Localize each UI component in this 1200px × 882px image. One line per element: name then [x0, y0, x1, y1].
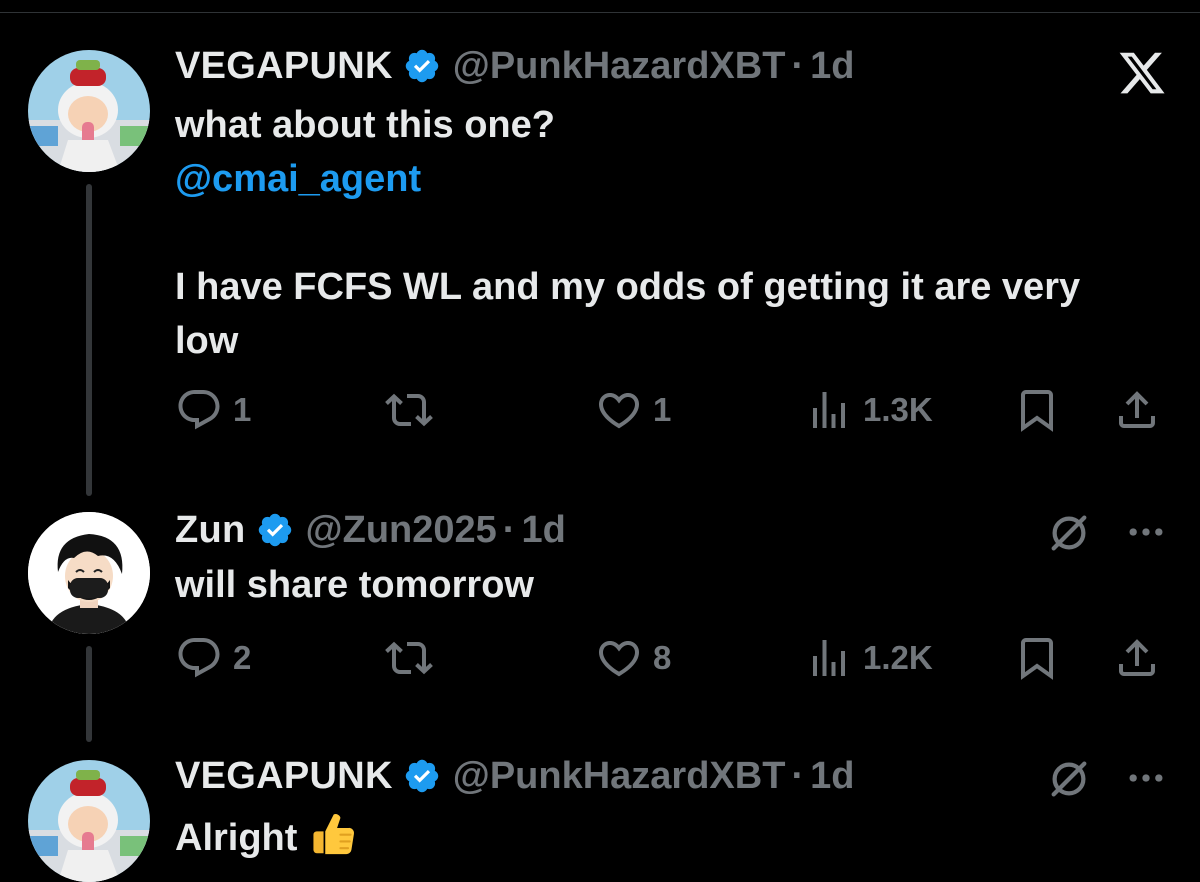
tweet-text-line: Alright	[175, 817, 298, 859]
tweet-header: Zun @Zun2025 · 1d	[175, 508, 566, 552]
author-handle[interactable]: @PunkHazardXBT	[453, 755, 786, 798]
tweet-actions: 1 1 1.3K	[175, 382, 1175, 438]
verified-badge-icon	[405, 49, 438, 83]
reply-count: 1	[233, 391, 252, 428]
reply-icon	[178, 390, 220, 430]
like-count: 1	[653, 391, 672, 428]
views-count: 1.3K	[863, 391, 933, 428]
separator-dot: ·	[791, 754, 805, 797]
author-handle[interactable]: @Zun2025	[306, 509, 497, 552]
repost-button[interactable]	[385, 630, 443, 686]
tweet-actions: 2 8 1.2K	[175, 630, 1175, 686]
views-button[interactable]: 1.3K	[805, 382, 933, 438]
reply-icon	[178, 638, 220, 678]
zun-avatar-image	[28, 512, 150, 634]
vegapunk-avatar-image	[28, 760, 150, 882]
bookmark-icon	[1021, 638, 1053, 680]
like-button[interactable]: 1	[595, 382, 671, 438]
grok-icon[interactable]	[1046, 756, 1092, 802]
author-name[interactable]: Zun	[175, 509, 246, 552]
views-button[interactable]: 1.2K	[805, 630, 933, 686]
separator-dot: ·	[502, 508, 516, 551]
share-button[interactable]	[1113, 630, 1161, 686]
more-icon[interactable]	[1124, 510, 1168, 554]
reply-count: 2	[233, 639, 252, 676]
views-icon	[813, 392, 845, 428]
top-divider	[0, 0, 1200, 13]
tweet-header: VEGAPUNK @PunkHazardXBT · 1d	[175, 44, 854, 88]
author-name[interactable]: VEGAPUNK	[175, 45, 393, 88]
avatar-vegapunk[interactable]	[28, 760, 150, 882]
tweet-text-paragraph: I have FCFS WL and my odds of getting it…	[175, 266, 1081, 362]
like-count: 8	[653, 639, 672, 676]
x-logo-icon[interactable]	[1116, 48, 1168, 98]
grok-icon[interactable]	[1046, 510, 1092, 556]
views-count: 1.2K	[863, 639, 933, 676]
avatar-vegapunk[interactable]	[28, 50, 150, 172]
like-icon	[598, 641, 640, 677]
verified-badge-icon	[258, 513, 291, 547]
repost-icon	[385, 393, 433, 427]
tweet-body: will share tomorrow	[175, 558, 1135, 612]
vegapunk-avatar-image	[28, 50, 150, 172]
views-icon	[813, 640, 845, 676]
tweet-body: what about this one? @cmai_agent I have …	[175, 98, 1135, 368]
mention-link[interactable]: @cmai_agent	[175, 152, 1135, 206]
reply-button[interactable]: 2	[175, 630, 251, 686]
tweet-text-line: what about this one?	[175, 104, 555, 146]
tweet-text-line: will share tomorrow	[175, 564, 534, 606]
separator-dot: ·	[791, 44, 805, 87]
thread-line	[86, 646, 92, 742]
reply-button[interactable]: 1	[175, 382, 251, 438]
bookmark-button[interactable]	[1013, 382, 1061, 438]
avatar-zun[interactable]	[28, 512, 150, 634]
thread-line	[86, 184, 92, 496]
like-button[interactable]: 8	[595, 630, 671, 686]
share-icon	[1119, 639, 1155, 676]
repost-icon	[385, 641, 433, 675]
repost-button[interactable]	[385, 382, 443, 438]
bookmark-button[interactable]	[1013, 630, 1061, 686]
timestamp[interactable]: 1d	[521, 509, 565, 552]
share-icon	[1119, 391, 1155, 428]
tweet-header: VEGAPUNK @PunkHazardXBT · 1d	[175, 754, 854, 798]
thumbs-up-emoji-icon	[313, 814, 355, 855]
author-name[interactable]: VEGAPUNK	[175, 755, 393, 798]
verified-badge-icon	[405, 759, 438, 793]
bookmark-icon	[1021, 390, 1053, 432]
author-handle[interactable]: @PunkHazardXBT	[453, 45, 786, 88]
timestamp[interactable]: 1d	[810, 755, 854, 798]
like-icon	[598, 393, 640, 429]
tweet-body: Alright	[175, 806, 1135, 865]
timestamp[interactable]: 1d	[810, 45, 854, 88]
more-icon[interactable]	[1124, 756, 1168, 800]
share-button[interactable]	[1113, 382, 1161, 438]
